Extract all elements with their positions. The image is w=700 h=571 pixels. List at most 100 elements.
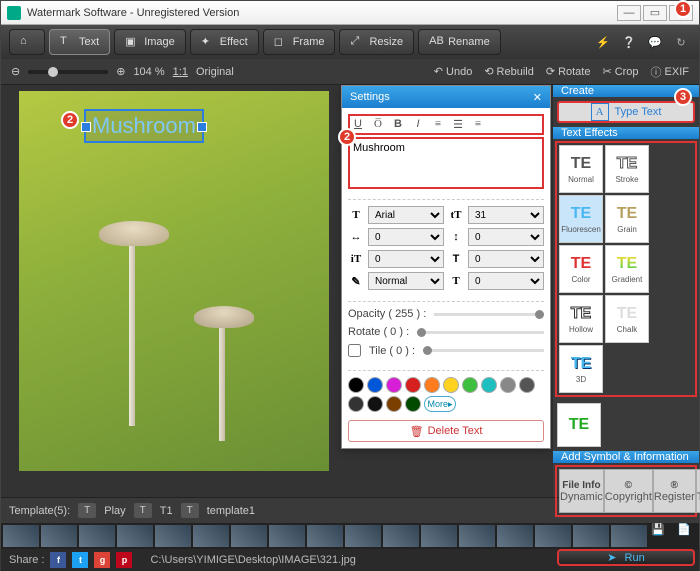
thumbnail[interactable] — [459, 525, 495, 547]
thumbnail[interactable] — [383, 525, 419, 547]
watermark-text-input[interactable]: Mushroom — [348, 137, 544, 189]
thumbnail[interactable] — [3, 525, 39, 547]
width-select[interactable]: 0 — [468, 272, 544, 290]
thumbnail[interactable] — [117, 525, 153, 547]
text-effect-normal[interactable]: TENormal — [559, 145, 603, 193]
color-swatch[interactable] — [443, 377, 459, 393]
font-select[interactable]: Arial — [368, 206, 444, 224]
thumbnail[interactable] — [41, 525, 77, 547]
maximize-button[interactable]: ▭ — [643, 5, 667, 21]
color-swatch[interactable] — [386, 377, 402, 393]
cycle-icon[interactable]: ↻ — [671, 32, 691, 52]
thumbnail[interactable] — [535, 525, 571, 547]
undo-button[interactable]: ↶Undo — [434, 64, 473, 80]
settings-close-icon[interactable]: ✕ — [533, 91, 542, 104]
align-right-button[interactable]: ≡ — [470, 118, 486, 131]
run-button[interactable]: ➤ Run — [557, 549, 695, 566]
thumbnail[interactable] — [611, 525, 647, 547]
color-swatch[interactable] — [386, 396, 402, 412]
save-template-icon[interactable]: 💾 — [651, 523, 669, 541]
load-template-icon[interactable]: 📄 — [677, 523, 695, 541]
color-swatch[interactable] — [367, 396, 383, 412]
color-swatch[interactable] — [462, 377, 478, 393]
crop-button[interactable]: ✂Crop — [602, 64, 638, 80]
zoom-in-icon[interactable]: ⊕ — [116, 65, 125, 78]
align-center-button[interactable]: ☰ — [450, 118, 466, 131]
text-effect-chalk[interactable]: TEChalk — [605, 295, 649, 343]
thumbnail[interactable] — [421, 525, 457, 547]
exif-button[interactable]: ⓘEXIF — [651, 64, 689, 80]
text-effect-gradient[interactable]: TEGradient — [605, 245, 649, 293]
italic-button[interactable]: I — [410, 118, 426, 131]
thumbnail[interactable] — [497, 525, 533, 547]
thumbnail[interactable] — [573, 525, 609, 547]
text-effect-fluorescen[interactable]: TEFluorescen — [559, 195, 603, 243]
template-item-2[interactable]: template1 — [207, 505, 255, 517]
color-swatch[interactable] — [500, 377, 516, 393]
symbol-register[interactable]: ®Register — [653, 469, 696, 513]
share-facebook-icon[interactable]: f — [50, 552, 66, 568]
zoom-original[interactable]: Original — [196, 66, 234, 78]
rebuild-button[interactable]: ⟲Rebuild — [484, 64, 534, 80]
type-text-button[interactable]: A Type Text — [557, 101, 695, 123]
text-effect-grain[interactable]: TEGrain — [605, 195, 649, 243]
rotate-slider[interactable] — [417, 331, 544, 334]
tile-slider[interactable] — [423, 349, 544, 352]
watermark-text-object[interactable]: Mushroom — [84, 109, 204, 143]
effect-tool-button[interactable]: ✦Effect — [190, 29, 259, 55]
symbol-dynamic[interactable]: File InfoDynamic — [559, 469, 604, 513]
zoom-slider[interactable] — [28, 70, 108, 74]
color-swatch[interactable] — [405, 377, 421, 393]
template-chip[interactable]: T — [134, 503, 152, 518]
minimize-button[interactable]: — — [617, 5, 641, 21]
thumbnail[interactable] — [155, 525, 191, 547]
zoom-ratio[interactable]: 1:1 — [173, 66, 188, 78]
share-twitter-icon[interactable]: t — [72, 552, 88, 568]
delete-text-button[interactable]: 🗑Delete Text — [348, 420, 544, 442]
template-item-0[interactable]: Play — [104, 505, 125, 517]
color-swatch[interactable] — [348, 396, 364, 412]
zoom-out-icon[interactable]: ⊖ — [11, 65, 20, 78]
home-button[interactable]: ⌂ — [9, 29, 45, 55]
template-item-1[interactable]: T1 — [160, 505, 173, 517]
share-pinterest-icon[interactable]: p — [116, 552, 132, 568]
style-select[interactable]: Normal — [368, 272, 444, 290]
template-chip[interactable]: T — [181, 503, 199, 518]
tile-checkbox[interactable] — [348, 344, 361, 357]
text-effect-hollow[interactable]: TEHollow — [559, 295, 603, 343]
baseline-select[interactable]: 0 — [368, 250, 444, 268]
text-effect-color[interactable]: TEColor — [559, 245, 603, 293]
opacity-slider[interactable] — [434, 313, 544, 316]
image-tool-button[interactable]: ▣Image — [114, 29, 186, 55]
overline-button[interactable]: O̅ — [370, 118, 386, 131]
rename-tool-button[interactable]: ABRename — [418, 29, 501, 55]
text-effect-3d[interactable]: TE3D — [559, 345, 603, 393]
more-colors-button[interactable]: More▸ — [424, 396, 456, 412]
align-left-button[interactable]: ≡ — [430, 118, 446, 131]
text-effect-stroke[interactable]: TEStroke — [605, 145, 649, 193]
share-google-icon[interactable]: g — [94, 552, 110, 568]
kern-select[interactable]: 0 — [368, 228, 444, 246]
color-swatch[interactable] — [348, 377, 364, 393]
color-swatch[interactable] — [405, 396, 421, 412]
resize-tool-button[interactable]: ⤢Resize — [339, 29, 414, 55]
thumbnail[interactable] — [231, 525, 267, 547]
help-icon[interactable]: ❔ — [619, 32, 639, 52]
thumbnail[interactable] — [345, 525, 381, 547]
color-swatch[interactable] — [424, 377, 440, 393]
te-extra-item[interactable]: TE — [557, 403, 601, 447]
symbol-trademark[interactable]: TMTrademark — [696, 469, 700, 513]
bolt-icon[interactable]: ⚡ — [593, 32, 613, 52]
size-select[interactable]: 31 — [468, 206, 544, 224]
thumbnail[interactable] — [269, 525, 305, 547]
lead-select[interactable]: 0 — [468, 228, 544, 246]
text-tool-button[interactable]: TText — [49, 29, 110, 55]
color-swatch[interactable] — [367, 377, 383, 393]
rotate-button[interactable]: ⟳Rotate — [546, 64, 591, 80]
symbol-copyright[interactable]: ©Copyright — [604, 469, 653, 513]
frame-tool-button[interactable]: ◻Frame — [263, 29, 336, 55]
template-chip[interactable]: T — [78, 503, 96, 518]
thumbnail[interactable] — [79, 525, 115, 547]
color-swatch[interactable] — [481, 377, 497, 393]
chat-icon[interactable]: 💬 — [645, 32, 665, 52]
